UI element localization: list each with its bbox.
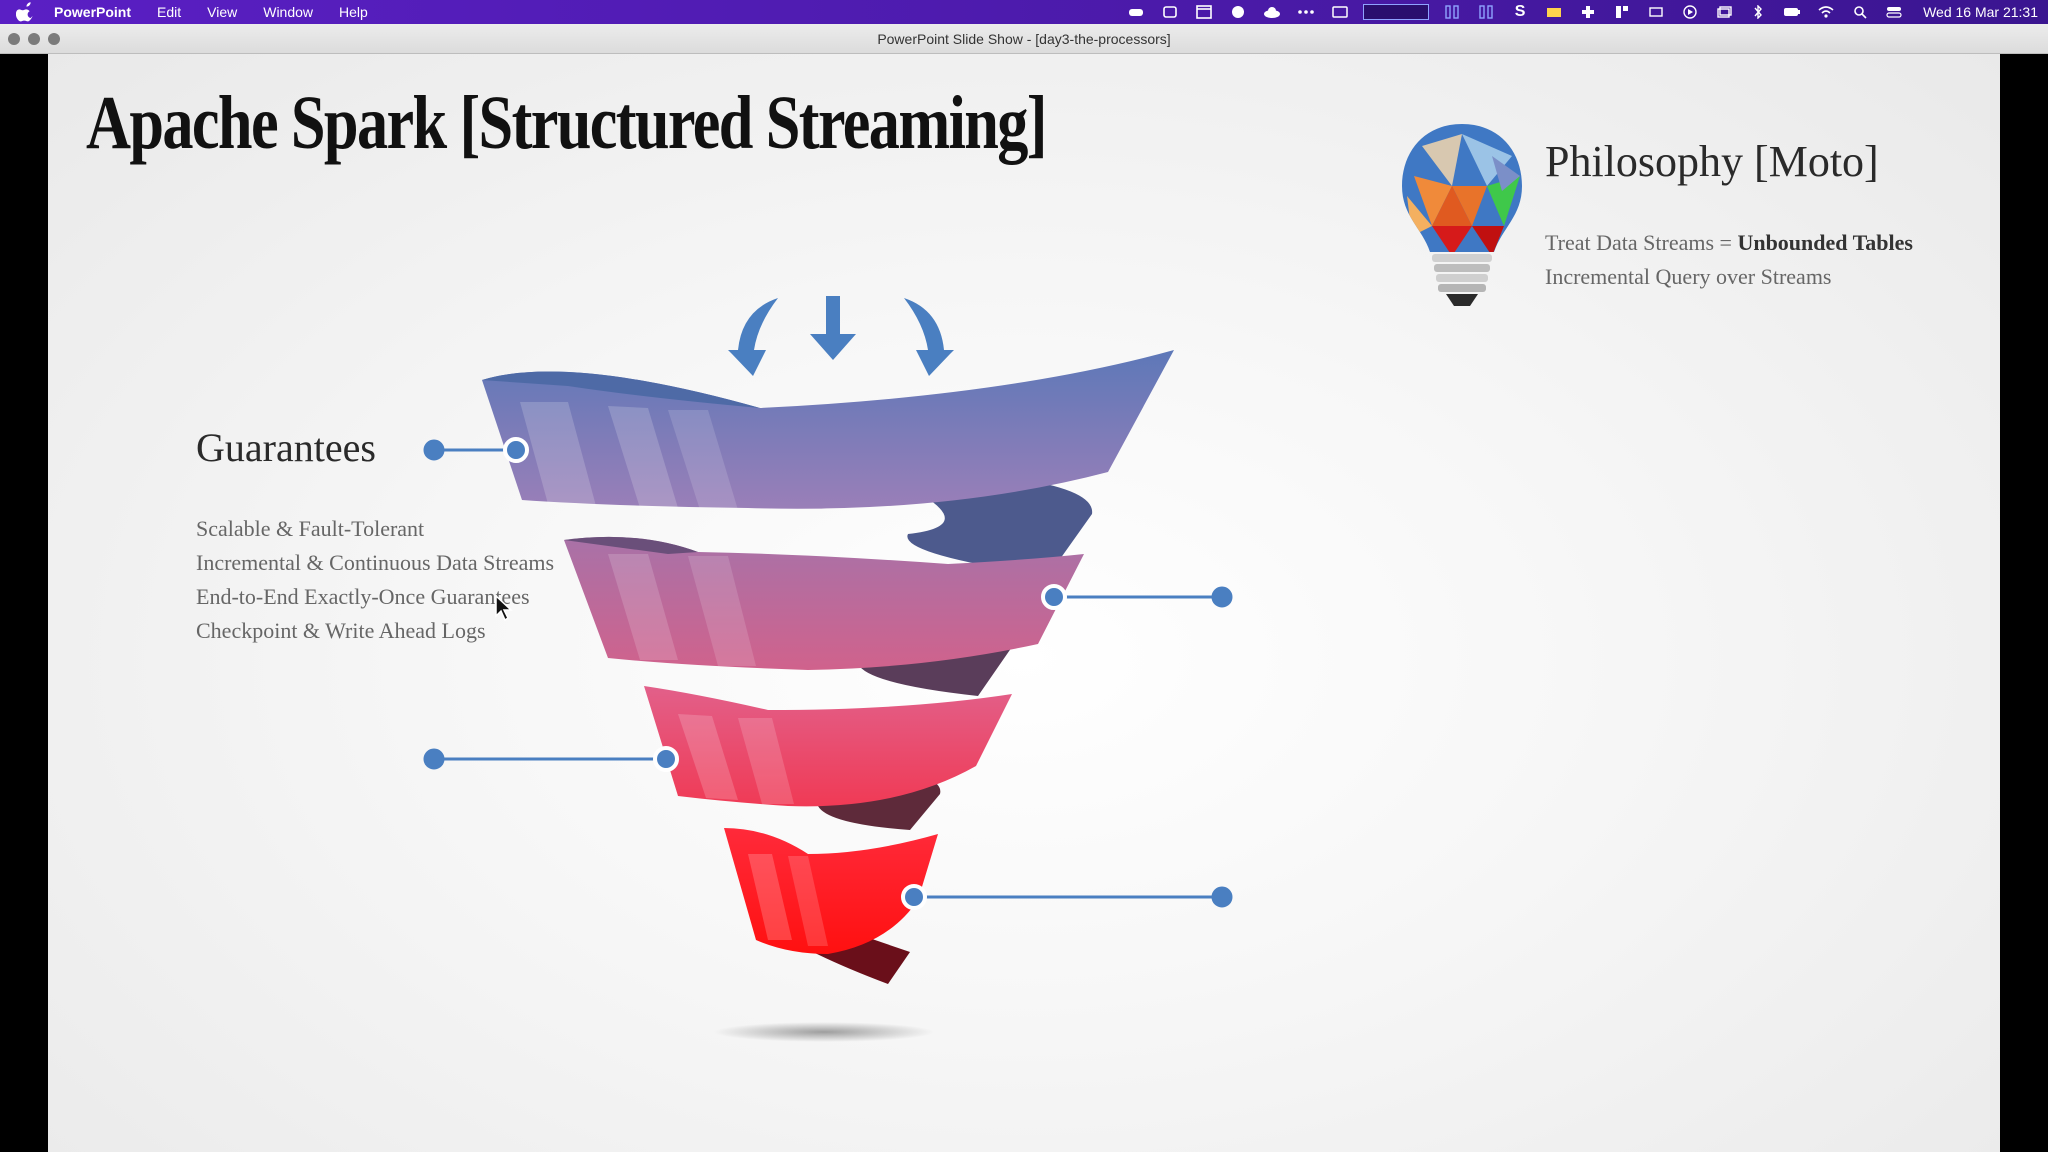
stack-icon[interactable] xyxy=(1713,4,1735,20)
window-title: PowerPoint Slide Show - [day3-the-proces… xyxy=(877,31,1171,47)
grid-icon[interactable] xyxy=(1611,4,1633,20)
arrow-down-icon xyxy=(728,296,954,376)
guarantees-heading: Guarantees xyxy=(196,425,376,470)
menu-app-name[interactable]: PowerPoint xyxy=(54,0,131,24)
philosophy-line: Treat Data Streams = Unbounded Tables xyxy=(1545,226,1913,260)
window-title-bar: PowerPoint Slide Show - [day3-the-proces… xyxy=(0,24,2048,54)
memory-icon[interactable] xyxy=(1441,4,1463,20)
status-icons: S Wed 16 Mar 21:31 xyxy=(1125,0,2038,24)
menu-window[interactable]: Window xyxy=(263,0,313,24)
screenshot-icon[interactable] xyxy=(1159,4,1181,20)
mouse-cursor-icon xyxy=(495,594,513,622)
guarantee-item: Scalable & Fault-Tolerant xyxy=(196,516,425,541)
language-icon[interactable] xyxy=(1645,4,1667,20)
guarantee-item: Incremental & Continuous Data Streams xyxy=(196,550,555,575)
controller-icon[interactable] xyxy=(1125,4,1147,20)
battery-icon[interactable] xyxy=(1781,4,1803,20)
disk-icon[interactable] xyxy=(1475,4,1497,20)
menu-view[interactable]: View xyxy=(207,0,237,24)
s-app-icon[interactable]: S xyxy=(1509,3,1531,20)
display-icon[interactable] xyxy=(1329,4,1351,20)
philosophy-line-prefix: Treat Data Streams = xyxy=(1545,230,1738,255)
philosophy-heading: Philosophy [Moto] xyxy=(1545,137,1879,186)
cpu-graph-icon[interactable] xyxy=(1363,4,1430,20)
wifi-icon[interactable] xyxy=(1815,4,1837,20)
menu-help[interactable]: Help xyxy=(339,0,368,24)
philosophy-line-emphasis: Unbounded Tables xyxy=(1737,230,1913,255)
philosophy-text: Treat Data Streams = Unbounded Tables In… xyxy=(1545,226,1913,294)
menu-edit[interactable]: Edit xyxy=(157,0,181,24)
bluetooth-icon[interactable] xyxy=(1747,4,1769,20)
play-icon[interactable] xyxy=(1679,4,1701,20)
slide: Apache Spark [Structured Streaming] Guar… xyxy=(48,54,2000,1152)
stocks-icon[interactable] xyxy=(1543,4,1565,20)
lightbulb-icon xyxy=(1402,124,1522,306)
apple-icon[interactable] xyxy=(16,2,36,22)
guarantees-list: Scalable & Fault-Tolerant Incremental & … xyxy=(196,512,554,648)
menu-clock[interactable]: Wed 16 Mar 21:31 xyxy=(1923,4,2038,20)
window-icon[interactable] xyxy=(1193,4,1215,20)
grammarly-icon[interactable] xyxy=(1227,4,1249,20)
control-center-icon[interactable] xyxy=(1883,4,1905,20)
connector-lines xyxy=(423,437,1233,910)
cloud-icon[interactable] xyxy=(1261,4,1283,20)
search-icon[interactable] xyxy=(1849,4,1871,20)
more-icon[interactable] xyxy=(1295,4,1317,20)
philosophy-line: Incremental Query over Streams xyxy=(1545,264,1832,289)
plus-icon[interactable] xyxy=(1577,4,1599,20)
menu-bar: PowerPoint Edit View Window Help S Wed 1… xyxy=(0,0,2048,24)
